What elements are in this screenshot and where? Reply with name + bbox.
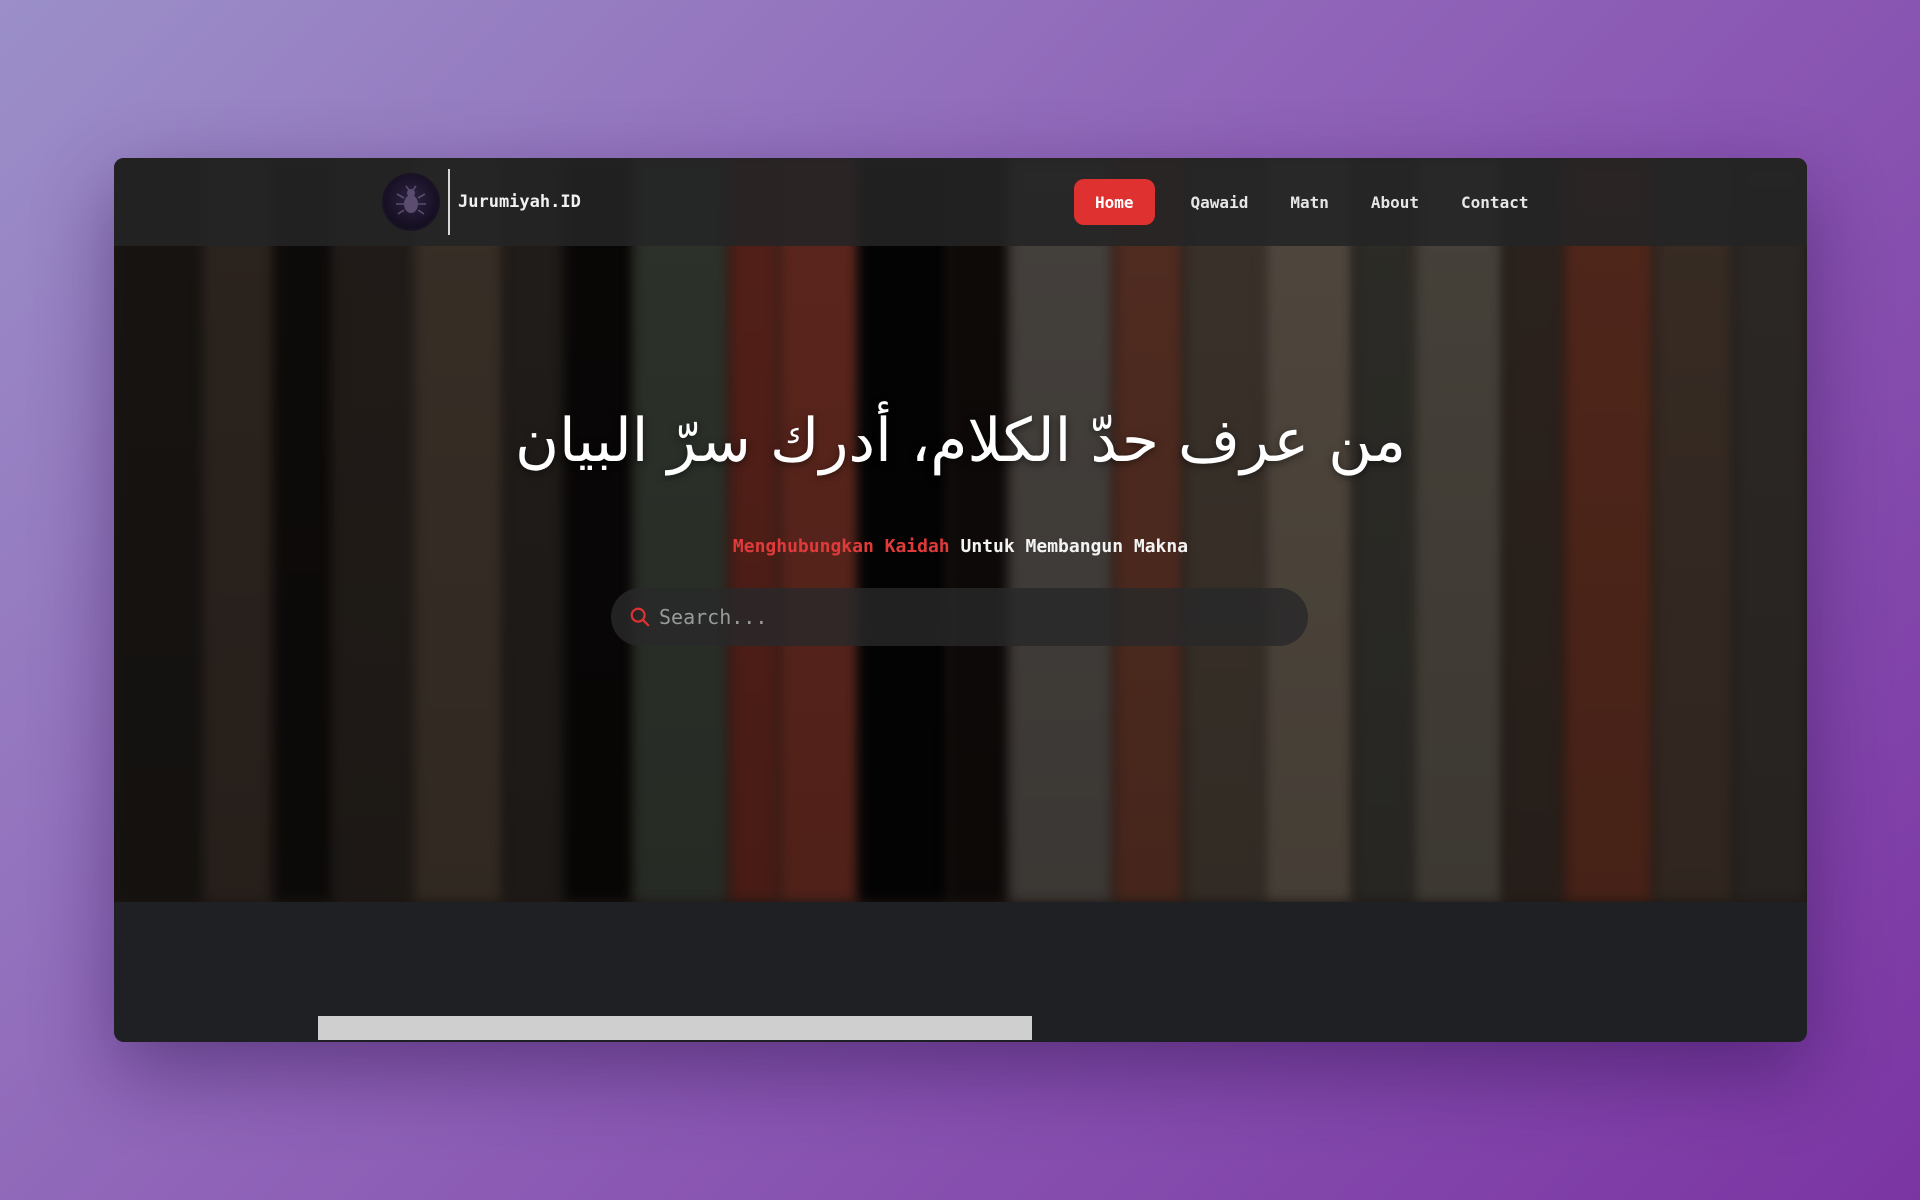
hero-title: من عرف حدّ الكلام، أدرك سرّ البيان: [514, 406, 1407, 476]
brand-divider: [448, 169, 450, 235]
hero-section: Jurumiyah.ID Home Qawaid Matn About Cont…: [114, 158, 1807, 902]
nav-item-contact[interactable]: Contact: [1461, 193, 1528, 212]
search-icon: [630, 607, 650, 627]
tagline-accent: Menghubungkan Kaidah: [732, 536, 950, 557]
hero-tagline: Menghubungkan Kaidah Untuk Membangun Mak…: [114, 536, 1807, 557]
navbar: Jurumiyah.ID Home Qawaid Matn About Cont…: [114, 158, 1807, 246]
beetle-logo-icon[interactable]: [382, 173, 440, 231]
nav-item-home[interactable]: Home: [1074, 179, 1155, 225]
hero-overlay: [114, 158, 1807, 902]
horizontal-scrollbar-thumb[interactable]: [318, 1016, 1032, 1040]
search-bar[interactable]: [611, 588, 1308, 646]
search-input[interactable]: [659, 605, 1279, 629]
nav-item-about[interactable]: About: [1371, 193, 1419, 212]
nav-item-qawaid[interactable]: Qawaid: [1191, 193, 1249, 212]
brand-name[interactable]: Jurumiyah.ID: [458, 192, 581, 212]
brand[interactable]: Jurumiyah.ID: [382, 168, 581, 236]
browser-window: Jurumiyah.ID Home Qawaid Matn About Cont…: [114, 158, 1807, 1042]
nav-item-matn[interactable]: Matn: [1290, 193, 1329, 212]
main-nav: Home Qawaid Matn About Contact: [1074, 178, 1570, 226]
tagline-rest: Untuk Membangun Makna: [949, 536, 1189, 557]
